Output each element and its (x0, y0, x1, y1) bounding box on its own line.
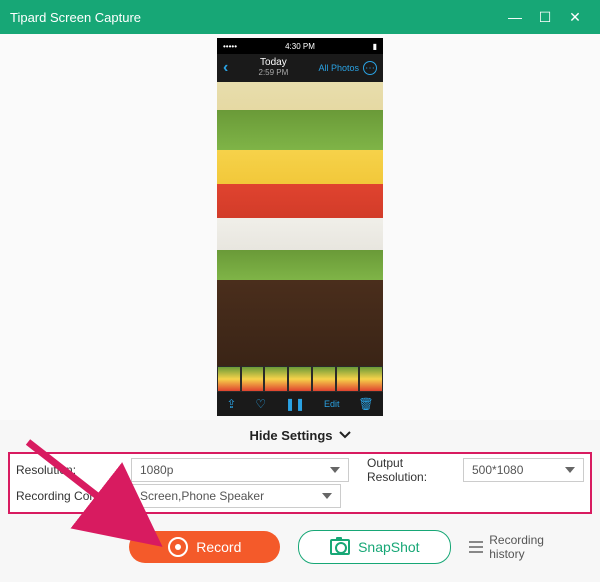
settings-panel: Resolution: 1080p Output Resolution: 500… (8, 452, 592, 514)
minimize-button[interactable]: — (500, 9, 530, 25)
photo-date: Today 2:59 PM (228, 58, 318, 78)
share-icon[interactable]: ⇪ (226, 397, 236, 411)
settings-row-1: Resolution: 1080p Output Resolution: 500… (16, 458, 584, 482)
photos-navbar: ‹ Today 2:59 PM All Photos ⋯ (217, 54, 383, 82)
recording-history-link[interactable]: Recording history (469, 533, 582, 561)
maximize-button[interactable]: ☐ (530, 9, 560, 26)
recording-content-select[interactable]: Screen,Phone Speaker (131, 484, 341, 508)
camera-icon (330, 539, 350, 555)
pause-icon[interactable]: ❚❚ (285, 397, 305, 411)
phone-statusbar: ••••• 4:30 PM ▮ (217, 38, 383, 54)
photo-viewport (217, 82, 383, 366)
all-photos-link[interactable]: All Photos (318, 63, 359, 73)
settings-row-2: Recording Content: Screen,Phone Speaker (16, 484, 584, 508)
resolution-label: Resolution: (16, 463, 131, 477)
record-icon (168, 537, 188, 557)
titlebar: Tipard Screen Capture — ☐ ✕ (0, 0, 600, 34)
output-resolution-label: Output Resolution: (367, 456, 463, 484)
trash-icon[interactable]: 🗑 (358, 397, 373, 411)
resolution-select[interactable]: 1080p (131, 458, 349, 482)
details-icon[interactable]: ⋯ (363, 61, 377, 75)
app-window: Tipard Screen Capture — ☐ ✕ ••••• 4:30 P… (0, 0, 600, 582)
close-button[interactable]: ✕ (560, 9, 590, 26)
list-icon (469, 541, 483, 553)
edit-link[interactable]: Edit (324, 399, 340, 409)
record-button[interactable]: Record (129, 531, 280, 563)
action-bar: Record SnapShot Recording history (0, 530, 600, 564)
window-title: Tipard Screen Capture (10, 10, 500, 25)
phone-clock: 4:30 PM (285, 42, 315, 51)
photo-toolbar: ⇪ ♡ ❚❚ Edit 🗑 (217, 392, 383, 416)
heart-icon[interactable]: ♡ (255, 397, 266, 411)
preview-area: ••••• 4:30 PM ▮ ‹ Today 2:59 PM All Phot… (0, 34, 600, 420)
hide-settings-toggle[interactable]: Hide Settings (0, 420, 600, 450)
recording-content-label: Recording Content: (16, 489, 131, 503)
output-resolution-select[interactable]: 500*1080 (463, 458, 584, 482)
snapshot-button[interactable]: SnapShot (298, 530, 451, 564)
chevron-down-icon (339, 431, 351, 439)
carrier-icon: ••••• (223, 42, 285, 51)
battery-icon: ▮ (315, 42, 377, 51)
phone-preview: ••••• 4:30 PM ▮ ‹ Today 2:59 PM All Phot… (217, 38, 383, 408)
photo-thumbstrip[interactable] (217, 366, 383, 392)
